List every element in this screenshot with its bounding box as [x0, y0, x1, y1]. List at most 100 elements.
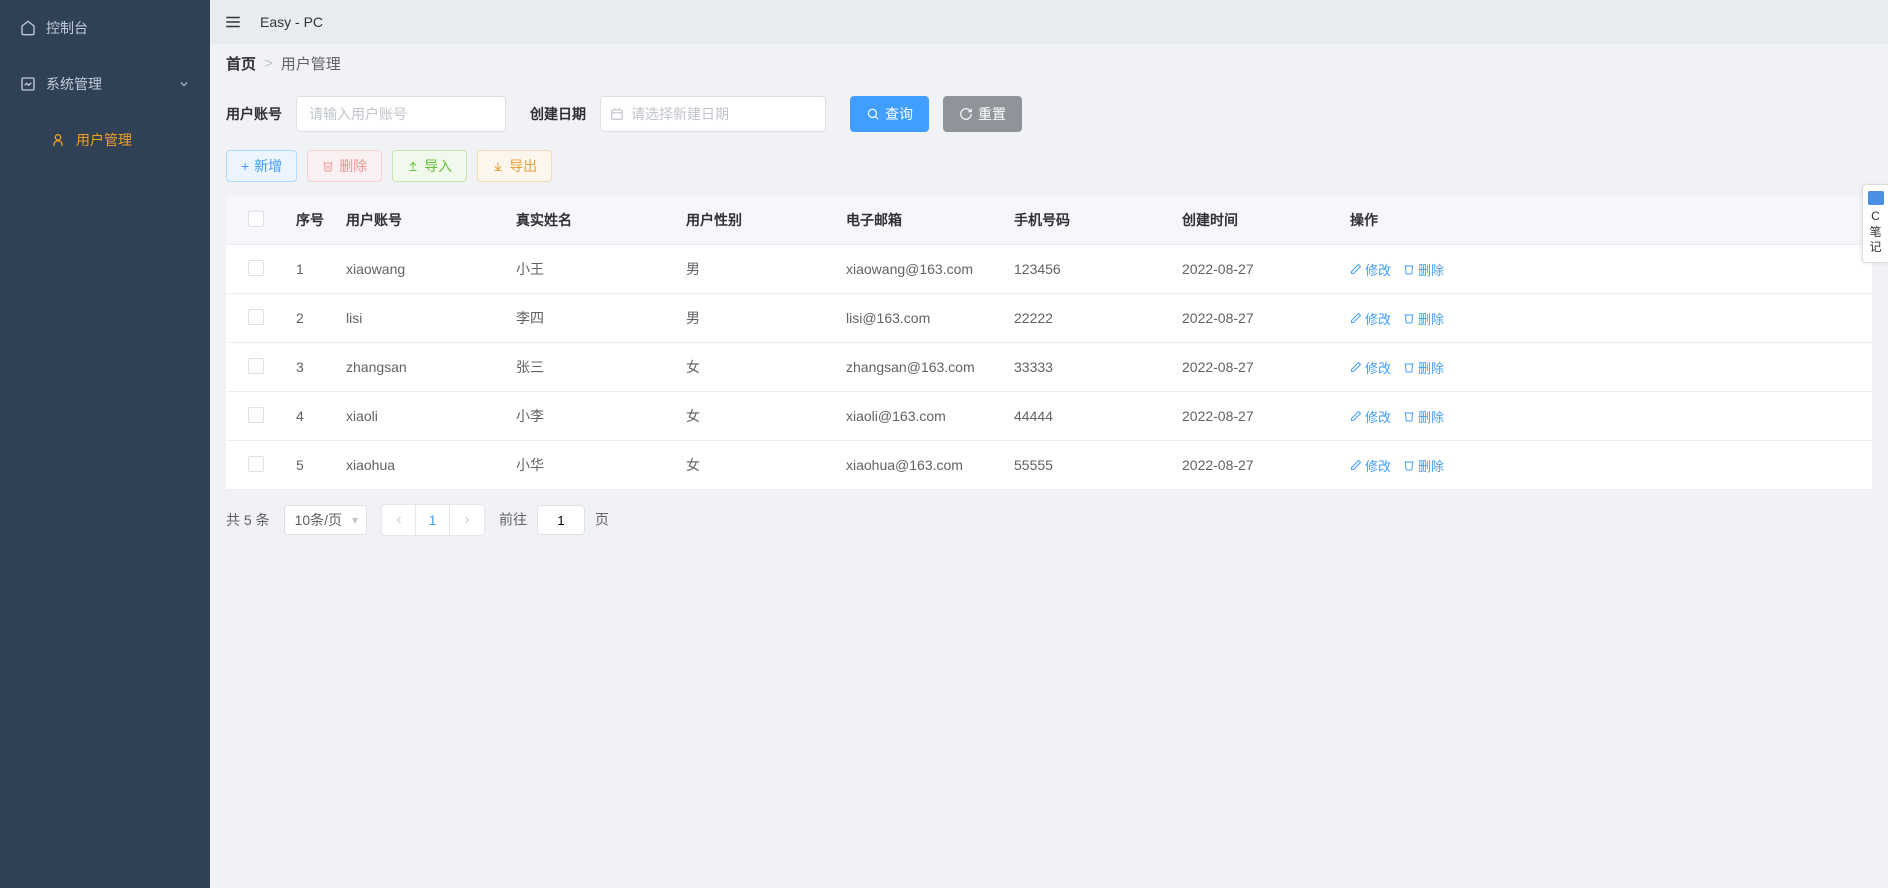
download-icon	[492, 160, 504, 172]
user-icon	[50, 132, 66, 148]
upload-icon	[407, 160, 419, 172]
trash-icon	[1403, 263, 1415, 275]
th-phone: 手机号码	[1004, 196, 1172, 245]
search-icon	[866, 107, 880, 121]
cell-email: xiaowang@163.com	[836, 245, 1004, 294]
cell-created: 2022-08-27	[1172, 441, 1340, 490]
cell-gender: 男	[676, 294, 836, 343]
cell-gender: 女	[676, 343, 836, 392]
main: Easy - PC 首页 > 用户管理 用户账号 创建日期 查询 重置	[210, 0, 1888, 888]
account-label: 用户账号	[226, 104, 282, 124]
toolbar: + 新增 删除 导入 导出	[226, 150, 1872, 182]
delete-button[interactable]: 删除	[307, 150, 382, 182]
cell-created: 2022-08-27	[1172, 392, 1340, 441]
row-delete-button[interactable]: 删除	[1403, 456, 1444, 475]
cell-gender: 女	[676, 392, 836, 441]
export-button[interactable]: 导出	[477, 150, 552, 182]
page-size-select[interactable]: 10条/页 ▾	[284, 505, 367, 535]
date-input[interactable]	[600, 96, 826, 132]
checkbox-row[interactable]	[248, 456, 264, 472]
cell-account: zhangsan	[336, 343, 506, 392]
row-edit-button[interactable]: 修改	[1350, 456, 1391, 475]
cell-phone: 22222	[1004, 294, 1172, 343]
cell-realname: 李四	[506, 294, 676, 343]
th-index: 序号	[286, 196, 336, 245]
cell-realname: 小华	[506, 441, 676, 490]
reset-button[interactable]: 重置	[943, 96, 1022, 132]
cell-phone: 44444	[1004, 392, 1172, 441]
hamburger-icon[interactable]	[224, 13, 242, 31]
cell-index: 1	[286, 245, 336, 294]
cell-account: lisi	[336, 294, 506, 343]
row-edit-button[interactable]: 修改	[1350, 260, 1391, 279]
sidebar-item-label: 控制台	[46, 18, 88, 38]
account-input[interactable]	[296, 96, 506, 132]
pagination: 共 5 条 10条/页 ▾ 1 前往 页	[226, 504, 1872, 536]
sidebar-item-label: 用户管理	[76, 130, 132, 150]
checkbox-row[interactable]	[248, 358, 264, 374]
cell-account: xiaohua	[336, 441, 506, 490]
breadcrumb-sep: >	[264, 55, 273, 72]
row-delete-button[interactable]: 删除	[1403, 358, 1444, 377]
row-delete-button[interactable]: 删除	[1403, 260, 1444, 279]
checkbox-row[interactable]	[248, 309, 264, 325]
trash-icon	[1403, 459, 1415, 471]
next-page-button[interactable]	[450, 505, 484, 535]
table-row: 5xiaohua小华女xiaohua@163.com555552022-08-2…	[226, 441, 1872, 490]
content: 用户账号 创建日期 查询 重置 + 新增	[210, 82, 1888, 888]
row-delete-button[interactable]: 删除	[1403, 309, 1444, 328]
query-button[interactable]: 查询	[850, 96, 929, 132]
th-account: 用户账号	[336, 196, 506, 245]
float-tab[interactable]: C 笔 记	[1862, 184, 1888, 263]
cell-index: 3	[286, 343, 336, 392]
cell-realname: 张三	[506, 343, 676, 392]
sidebar-item-console[interactable]: 控制台	[0, 0, 210, 56]
edit-icon	[1350, 459, 1362, 471]
th-created: 创建时间	[1172, 196, 1340, 245]
th-ops: 操作	[1340, 196, 1872, 245]
cell-realname: 小李	[506, 392, 676, 441]
refresh-icon	[959, 107, 973, 121]
trash-icon	[1403, 410, 1415, 422]
cell-gender: 男	[676, 245, 836, 294]
import-button[interactable]: 导入	[392, 150, 467, 182]
row-edit-button[interactable]: 修改	[1350, 407, 1391, 426]
total-text: 共 5 条	[226, 510, 270, 530]
th-email: 电子邮箱	[836, 196, 1004, 245]
search-row: 用户账号 创建日期 查询 重置	[226, 96, 1872, 132]
sidebar-item-user-mgmt[interactable]: 用户管理	[0, 112, 210, 168]
home-icon	[20, 20, 36, 36]
cell-phone: 55555	[1004, 441, 1172, 490]
chart-icon	[20, 76, 36, 92]
checkbox-all[interactable]	[248, 211, 264, 227]
cell-created: 2022-08-27	[1172, 245, 1340, 294]
sidebar-item-system[interactable]: 系统管理	[0, 56, 210, 112]
cell-index: 4	[286, 392, 336, 441]
edit-icon	[1350, 263, 1362, 275]
row-edit-button[interactable]: 修改	[1350, 309, 1391, 328]
table-row: 2lisi李四男lisi@163.com222222022-08-27修改删除	[226, 294, 1872, 343]
row-delete-button[interactable]: 删除	[1403, 407, 1444, 426]
cell-phone: 33333	[1004, 343, 1172, 392]
note-icon	[1868, 191, 1884, 205]
page-number[interactable]: 1	[416, 505, 450, 535]
row-edit-button[interactable]: 修改	[1350, 358, 1391, 377]
trash-icon	[1403, 361, 1415, 373]
breadcrumb-home[interactable]: 首页	[226, 53, 256, 74]
topbar: Easy - PC	[210, 0, 1888, 44]
cell-created: 2022-08-27	[1172, 294, 1340, 343]
prev-page-button[interactable]	[382, 505, 416, 535]
table-row: 3zhangsan张三女zhangsan@163.com333332022-08…	[226, 343, 1872, 392]
cell-realname: 小王	[506, 245, 676, 294]
cell-gender: 女	[676, 441, 836, 490]
app-title: Easy - PC	[260, 14, 323, 30]
breadcrumb-current: 用户管理	[281, 53, 341, 74]
trash-icon	[322, 160, 334, 172]
checkbox-row[interactable]	[248, 407, 264, 423]
edit-icon	[1350, 410, 1362, 422]
goto-input[interactable]	[537, 505, 585, 535]
checkbox-row[interactable]	[248, 260, 264, 276]
cell-account: xiaoli	[336, 392, 506, 441]
calendar-icon	[610, 107, 624, 121]
add-button[interactable]: + 新增	[226, 150, 297, 182]
